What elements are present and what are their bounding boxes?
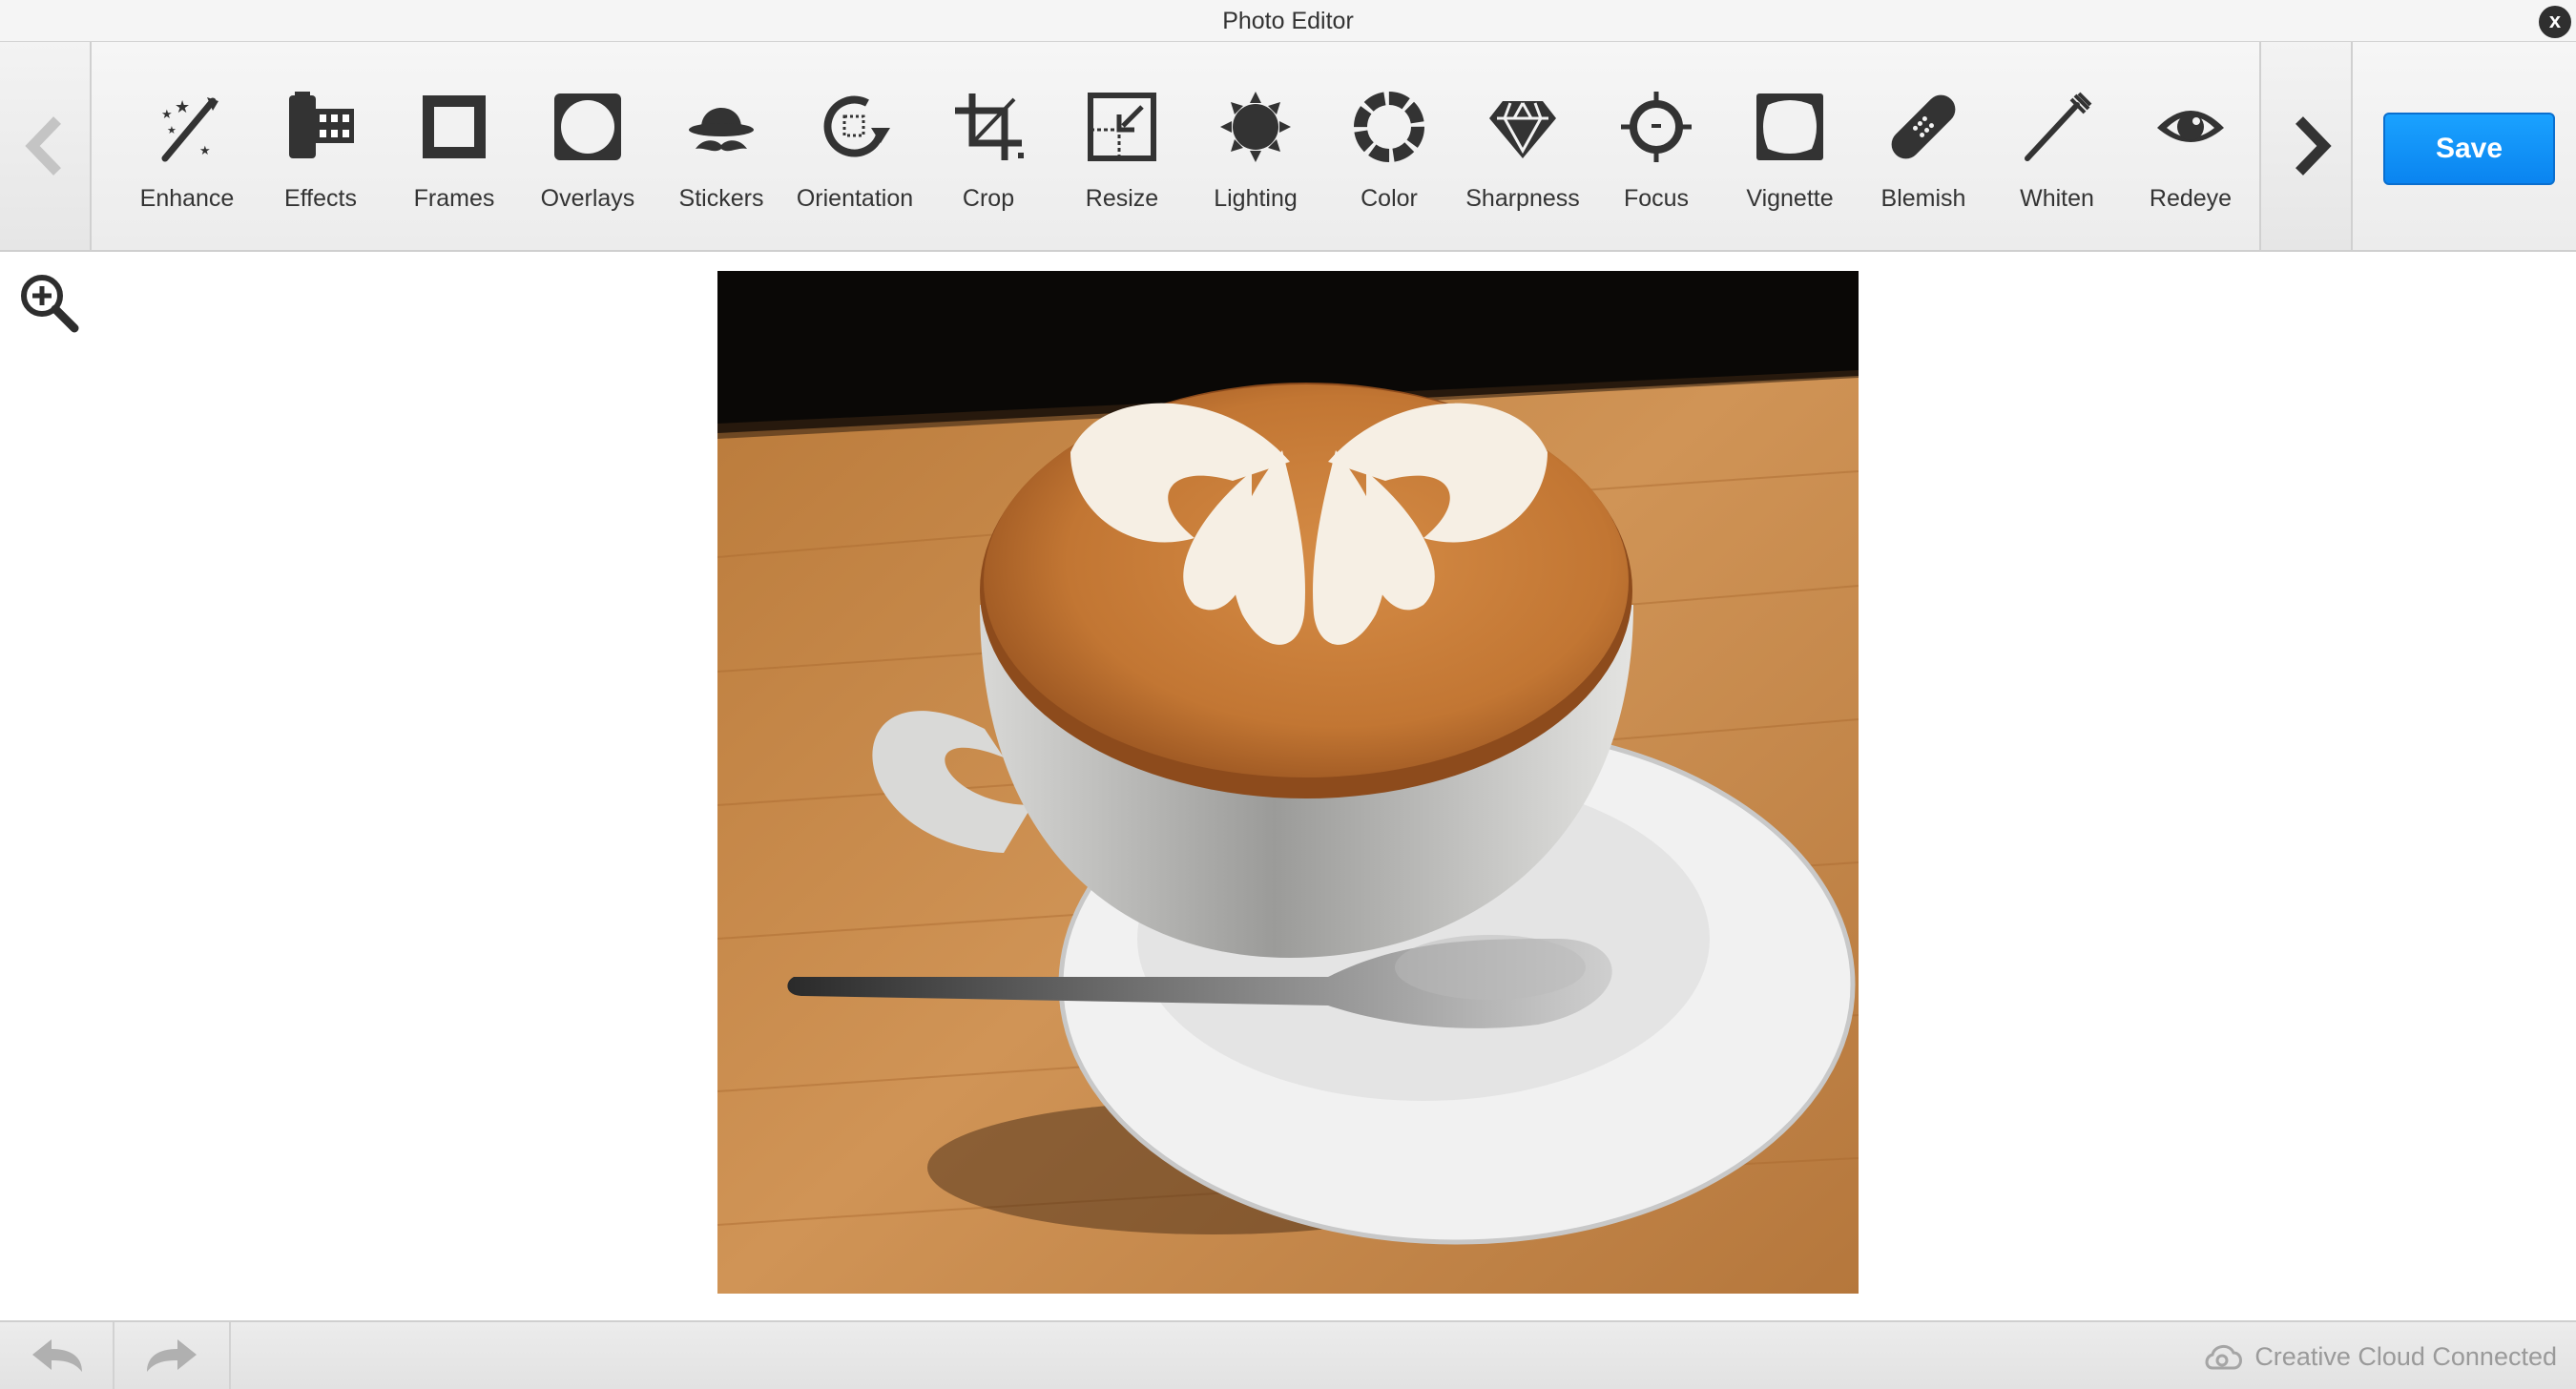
tool-blemish[interactable]: Blemish bbox=[1857, 42, 1990, 250]
tool-label: Crop bbox=[962, 185, 1015, 212]
crosshair-icon bbox=[1621, 92, 1692, 162]
tool-lighting[interactable]: Lighting bbox=[1189, 42, 1322, 250]
tool-sharpness[interactable]: Sharpness bbox=[1456, 42, 1589, 250]
tool-vignette[interactable]: Vignette bbox=[1723, 42, 1857, 250]
magic-wand-icon: ★ ★ ★ ★ bbox=[161, 97, 218, 162]
tool-label: Frames bbox=[413, 185, 495, 212]
scroll-tools-right-button[interactable] bbox=[2259, 42, 2353, 250]
photo-editor-window: Photo Editor x ★ ★ ★ ★ Enhance Effects F… bbox=[0, 0, 2576, 1389]
tool-label: Vignette bbox=[1746, 185, 1834, 212]
svg-text:★: ★ bbox=[161, 108, 173, 122]
creative-cloud-icon bbox=[2205, 1345, 2243, 1370]
tool-label: Lighting bbox=[1214, 185, 1298, 212]
tool-redeye[interactable]: Redeye bbox=[2124, 42, 2257, 250]
tool-label: Enhance bbox=[139, 185, 235, 212]
tool-label: Color bbox=[1361, 185, 1418, 212]
svg-text:★: ★ bbox=[199, 144, 211, 158]
tool-label: Sharpness bbox=[1465, 185, 1580, 212]
creative-cloud-status-text: Creative Cloud Connected bbox=[2254, 1341, 2557, 1371]
tool-label: Effects bbox=[284, 185, 357, 212]
bandage-icon bbox=[1891, 94, 1956, 159]
creative-cloud-status: Creative Cloud Connected bbox=[2205, 1339, 2557, 1374]
vignette-icon bbox=[1756, 93, 1823, 160]
tool-label: Resize bbox=[1085, 185, 1159, 212]
resize-icon bbox=[1088, 93, 1156, 161]
tool-toolbar: ★ ★ ★ ★ Enhance Effects Frames Overlays … bbox=[0, 42, 2576, 252]
image-canvas bbox=[0, 252, 2576, 1320]
tool-label: Focus bbox=[1623, 185, 1690, 212]
crop-icon bbox=[955, 93, 1024, 160]
close-button[interactable]: x bbox=[2539, 6, 2571, 38]
tool-label: Overlays bbox=[540, 185, 635, 212]
undo-icon bbox=[32, 1339, 82, 1372]
tool-list: ★ ★ ★ ★ Enhance Effects Frames Overlays … bbox=[120, 42, 2248, 250]
undo-button[interactable] bbox=[0, 1322, 114, 1389]
tool-resize[interactable]: Resize bbox=[1055, 42, 1189, 250]
rotate-icon bbox=[823, 95, 890, 157]
window-title: Photo Editor bbox=[1222, 8, 1354, 34]
zoom-in-icon bbox=[21, 275, 79, 333]
redo-icon bbox=[147, 1339, 197, 1372]
tool-orientation[interactable]: Orientation bbox=[788, 42, 922, 250]
hat-mustache-icon bbox=[689, 108, 754, 152]
toothbrush-icon bbox=[2025, 92, 2092, 161]
film-roll-icon bbox=[289, 92, 354, 158]
latte-photo bbox=[717, 271, 1859, 1294]
scroll-tools-left-button[interactable] bbox=[0, 42, 92, 250]
tool-label: Stickers bbox=[678, 185, 764, 212]
tool-label: Orientation bbox=[796, 185, 914, 212]
chevron-left-icon bbox=[25, 116, 61, 176]
tool-label: Whiten bbox=[2020, 185, 2094, 212]
zoom-in-button[interactable] bbox=[17, 271, 80, 334]
tool-overlays[interactable]: Overlays bbox=[521, 42, 654, 250]
tool-enhance[interactable]: ★ ★ ★ ★ Enhance bbox=[120, 42, 254, 250]
tool-effects[interactable]: Effects bbox=[254, 42, 387, 250]
tool-whiten[interactable]: Whiten bbox=[1990, 42, 2124, 250]
tool-focus[interactable]: Focus bbox=[1589, 42, 1723, 250]
eye-icon bbox=[2157, 111, 2224, 142]
color-wheel-icon bbox=[1354, 92, 1424, 162]
status-footer: Creative Cloud Connected bbox=[0, 1320, 2576, 1389]
tool-crop[interactable]: Crop bbox=[922, 42, 1055, 250]
title-bar: Photo Editor x bbox=[0, 0, 2576, 42]
sun-icon bbox=[1220, 92, 1291, 162]
photo-preview[interactable] bbox=[717, 271, 1859, 1294]
tool-color[interactable]: Color bbox=[1322, 42, 1456, 250]
svg-text:★: ★ bbox=[175, 97, 190, 117]
diamond-icon bbox=[1489, 101, 1556, 158]
tool-label: Blemish bbox=[1880, 185, 1966, 212]
overlay-circle-icon bbox=[554, 93, 621, 160]
chevron-right-icon bbox=[2296, 116, 2332, 176]
tool-stickers[interactable]: Stickers bbox=[654, 42, 788, 250]
tool-label: Redeye bbox=[2149, 185, 2233, 212]
redo-button[interactable] bbox=[114, 1322, 231, 1389]
frame-icon bbox=[423, 95, 486, 158]
tool-frames[interactable]: Frames bbox=[387, 42, 521, 250]
svg-text:★: ★ bbox=[167, 124, 177, 136]
save-button[interactable]: Save bbox=[2383, 113, 2555, 185]
